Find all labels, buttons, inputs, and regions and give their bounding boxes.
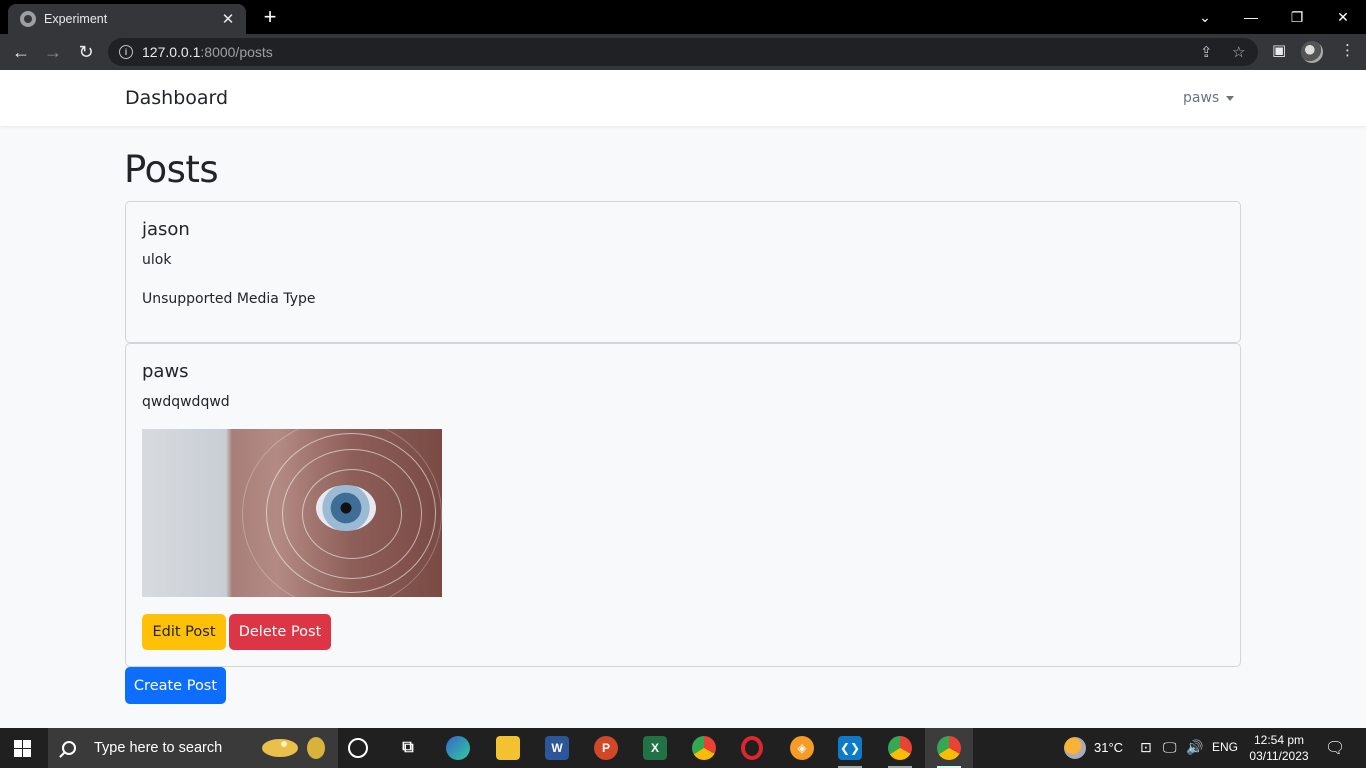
search-highlight-icon [262,737,325,759]
browser-tab[interactable]: Experiment ✕ [8,4,246,34]
task-view-icon[interactable]: ⧉ [396,736,420,760]
chrome-active-icon[interactable] [937,736,961,760]
post-card: paws qwdqwdqwd Edit Post Delete Post [125,343,1241,667]
side-panel-icon[interactable]: ▣ [1272,41,1286,59]
globe-icon [20,11,36,27]
forward-arrow-icon[interactable]: → [40,39,66,65]
page-title: Posts [124,148,219,191]
caret-down-icon [1226,95,1235,101]
notifications-icon[interactable]: 🗨 [1325,738,1345,758]
new-tab-button[interactable]: + [258,5,282,29]
reload-icon[interactable]: ↻ [73,39,99,65]
user-name: paws [1183,90,1220,106]
create-post-button[interactable]: Create Post [125,667,226,704]
edge-icon[interactable] [446,736,470,760]
weather-icon[interactable] [1064,737,1086,759]
post-author: paws [142,361,189,382]
user-dropdown[interactable]: paws [1183,90,1235,106]
tray-chevron-icon[interactable]: ⊡ [1140,739,1152,756]
weather-temp[interactable]: 31°C [1094,740,1123,755]
post-card: jason ulok Unsupported Media Type [125,201,1241,343]
tab-search-icon[interactable]: ⌄ [1182,0,1228,34]
edit-post-button[interactable]: Edit Post [142,614,226,650]
share-icon[interactable]: ⇪ [1200,43,1213,61]
post-body: ulok [142,252,172,268]
post-image [142,429,442,597]
search-placeholder: Type here to search [94,740,223,756]
top-navbar: Dashboard paws [0,70,1366,126]
profile-avatar[interactable] [1301,41,1323,63]
search-icon [62,741,76,755]
clock-time: 12:54 pm [1253,733,1305,747]
close-window-button[interactable]: ✕ [1320,0,1366,34]
close-tab-icon[interactable]: ✕ [220,10,236,28]
post-author: jason [142,219,190,240]
vscode-icon[interactable]: ❮❯ [838,736,862,760]
clock-date: 03/11/2023 [1249,749,1309,763]
chrome-icon[interactable] [692,736,716,760]
minimize-button[interactable]: — [1228,0,1274,34]
language-indicator[interactable]: ENG [1212,740,1238,754]
site-info-icon[interactable]: i [119,45,133,59]
browser-tabstrip: Experiment ✕ + ⌄ — ❐ ✕ [0,0,1366,34]
tab-title: Experiment [44,12,108,26]
vpn-shield-icon[interactable]: ◈ [790,736,814,760]
restore-button[interactable]: ❐ [1274,0,1320,34]
network-icon[interactable]: 🖵 [1163,739,1177,756]
powerpoint-icon[interactable]: P [594,736,618,760]
taskbar-clock[interactable]: 12:54 pm 03/11/2023 [1247,732,1311,764]
chrome-profile-icon[interactable] [888,736,912,760]
menu-kebab-icon[interactable]: ⋮ [1340,41,1355,59]
file-explorer-icon[interactable] [496,736,520,760]
address-bar[interactable]: i 127.0.0.1:8000/posts ⇪ ☆ [108,38,1258,66]
browser-toolbar: ← → ↻ i 127.0.0.1:8000/posts ⇪ ☆ ▣ ⋮ [0,34,1366,70]
excel-icon[interactable]: X [643,736,667,760]
windows-taskbar: Type here to search ⧉ W P X ◈ ❮❯ 31°C ⊡ … [0,728,1366,768]
windows-start-icon[interactable] [14,740,31,757]
bookmark-star-icon[interactable]: ☆ [1232,43,1245,61]
post-body: qwdqwdqwd [142,394,230,410]
cortana-icon[interactable] [348,738,368,758]
web-page: Dashboard paws Posts jason ulok Unsuppor… [0,70,1366,728]
back-arrow-icon[interactable]: ← [8,39,34,65]
navbar-brand[interactable]: Dashboard [125,87,228,109]
word-icon[interactable]: W [545,736,569,760]
url-text: 127.0.0.1:8000/posts [142,44,273,60]
volume-icon[interactable]: 🔊 [1186,739,1203,756]
post-media-error: Unsupported Media Type [142,291,316,307]
delete-post-button[interactable]: Delete Post [229,614,331,650]
opera-icon[interactable] [741,736,763,760]
eye-iris [316,485,376,531]
